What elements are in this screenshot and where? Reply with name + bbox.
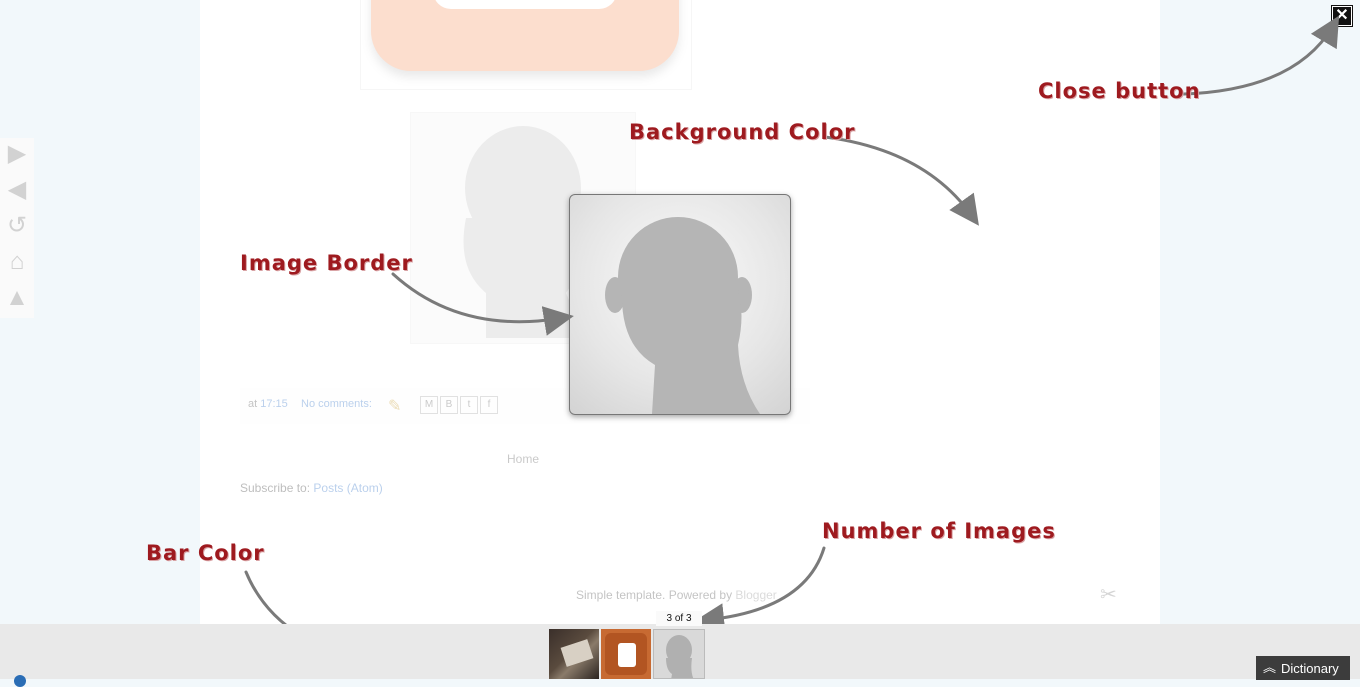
annotation-background-color: Background Color bbox=[629, 120, 856, 144]
annotation-bar-color: Bar Color bbox=[146, 541, 265, 565]
image-counter: 3 of 3 bbox=[656, 611, 702, 626]
thumbnail-avatar[interactable] bbox=[653, 629, 705, 679]
arrow-number-of-images bbox=[694, 546, 826, 634]
double-chevron-up-icon: ︽ bbox=[1263, 660, 1277, 675]
annotation-image-border: Image Border bbox=[240, 251, 413, 275]
corner-indicator-icon bbox=[14, 675, 26, 687]
thumbnail-blogger-logo[interactable] bbox=[601, 629, 651, 679]
thumbnail-photo[interactable] bbox=[549, 629, 599, 679]
annotation-number-of-images: Number of Images bbox=[822, 519, 1056, 543]
annotation-close-button: Close button bbox=[1038, 79, 1201, 103]
arrow-close-button bbox=[1182, 15, 1340, 96]
avatar-thumb-icon bbox=[666, 635, 694, 678]
arrow-background-color bbox=[823, 135, 979, 226]
dictionary-button[interactable]: ︽ Dictionary bbox=[1256, 656, 1350, 680]
arrow-image-border bbox=[391, 272, 574, 336]
dictionary-label: Dictionary bbox=[1281, 661, 1339, 676]
